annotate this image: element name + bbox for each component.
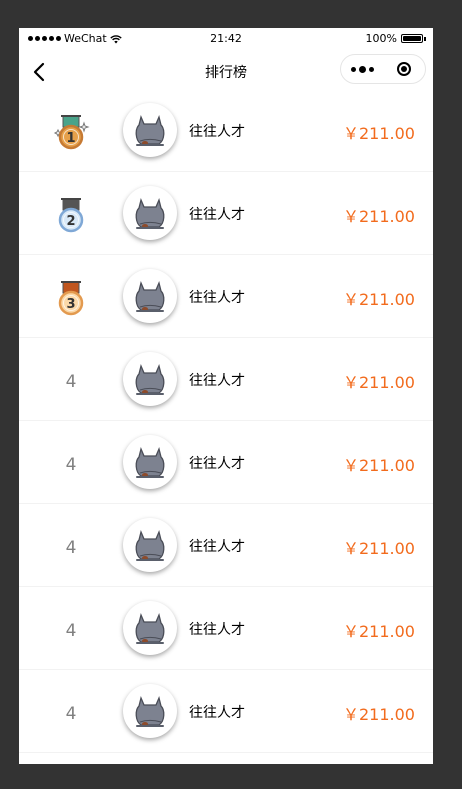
ranking-row[interactable]: 3 往往人才 ￥211.00	[19, 255, 433, 338]
cat-avatar-icon	[135, 280, 165, 312]
rank-badge: 4	[51, 694, 91, 734]
cat-avatar-icon	[135, 114, 165, 146]
rank-number: 4	[65, 455, 77, 475]
rank-badge: 2	[51, 196, 91, 236]
rank-number: 4	[65, 538, 77, 558]
amount-value: ￥211.00	[343, 456, 415, 475]
silver-medal-icon: 2	[58, 198, 84, 233]
rank-badge: 4	[51, 445, 91, 485]
amount-value: ￥211.00	[343, 207, 415, 226]
user-name: 往往人才	[189, 124, 245, 140]
amount-value: ￥211.00	[343, 539, 415, 558]
cat-avatar-icon	[135, 612, 165, 644]
mini-program-capsule	[340, 54, 426, 84]
rank-badge: 3	[51, 279, 91, 319]
bronze-medal-icon: 3	[58, 281, 84, 316]
status-right: 100%	[366, 32, 426, 45]
amount-value: ￥211.00	[343, 373, 415, 392]
rank-number: 4	[65, 704, 77, 724]
status-bar: WeChat 21:42 100%	[19, 28, 433, 50]
rank-badge: 4	[51, 611, 91, 651]
medal-rank-number: 2	[66, 214, 75, 229]
close-program-button[interactable]	[383, 55, 425, 83]
user-name: 往往人才	[189, 456, 245, 472]
user-name: 往往人才	[189, 705, 245, 721]
ranking-row[interactable]: 2 往往人才 ￥211.00	[19, 172, 433, 255]
ranking-row[interactable]: 4 往往人才 ￥211.00	[19, 670, 433, 753]
rank-number: 4	[65, 621, 77, 641]
avatar[interactable]	[123, 435, 177, 489]
rank-badge: 4	[51, 362, 91, 402]
ranking-row[interactable]: 4 往往人才 ￥211.00	[19, 587, 433, 670]
user-name: 往往人才	[189, 207, 245, 223]
cat-avatar-icon	[135, 446, 165, 478]
cat-avatar-icon	[135, 363, 165, 395]
ranking-row[interactable]: 1 往往人才 ￥211.00	[19, 89, 433, 172]
cat-avatar-icon	[135, 695, 165, 727]
user-name: 往往人才	[189, 373, 245, 389]
cat-avatar-icon	[135, 197, 165, 229]
user-name: 往往人才	[189, 622, 245, 638]
rank-badge: 4	[51, 528, 91, 568]
avatar[interactable]	[123, 684, 177, 738]
ranking-row[interactable]: 4 往往人才 ￥211.00	[19, 504, 433, 587]
ranking-list: 1 往往人才 ￥211.00 2 往往人才 ￥211.00 3 往往人才 ￥21…	[19, 89, 433, 753]
medal-rank-number: 3	[66, 297, 75, 312]
rank-badge: 1	[51, 113, 91, 153]
cat-avatar-icon	[135, 529, 165, 561]
avatar[interactable]	[123, 518, 177, 572]
avatar[interactable]	[123, 269, 177, 323]
amount-value: ￥211.00	[343, 705, 415, 724]
medal-rank-number: 1	[66, 131, 75, 146]
navigation-bar: 排行榜	[19, 50, 433, 94]
record-icon	[397, 62, 411, 76]
user-name: 往往人才	[189, 539, 245, 555]
gold-medal-icon: 1	[53, 115, 90, 150]
avatar[interactable]	[123, 103, 177, 157]
battery-icon	[401, 34, 426, 43]
amount-value: ￥211.00	[343, 124, 415, 143]
avatar[interactable]	[123, 352, 177, 406]
avatar[interactable]	[123, 186, 177, 240]
avatar[interactable]	[123, 601, 177, 655]
user-name: 往往人才	[189, 290, 245, 306]
amount-value: ￥211.00	[343, 622, 415, 641]
phone-screen: WeChat 21:42 100% 排行榜 1 往往人才 ￥211.00 2 往…	[19, 28, 433, 764]
ranking-row[interactable]: 4 往往人才 ￥211.00	[19, 421, 433, 504]
battery-percent: 100%	[365, 32, 397, 45]
more-menu-button[interactable]	[341, 55, 383, 83]
amount-value: ￥211.00	[343, 290, 415, 309]
ranking-row[interactable]: 4 往往人才 ￥211.00	[19, 338, 433, 421]
rank-number: 4	[65, 372, 77, 392]
